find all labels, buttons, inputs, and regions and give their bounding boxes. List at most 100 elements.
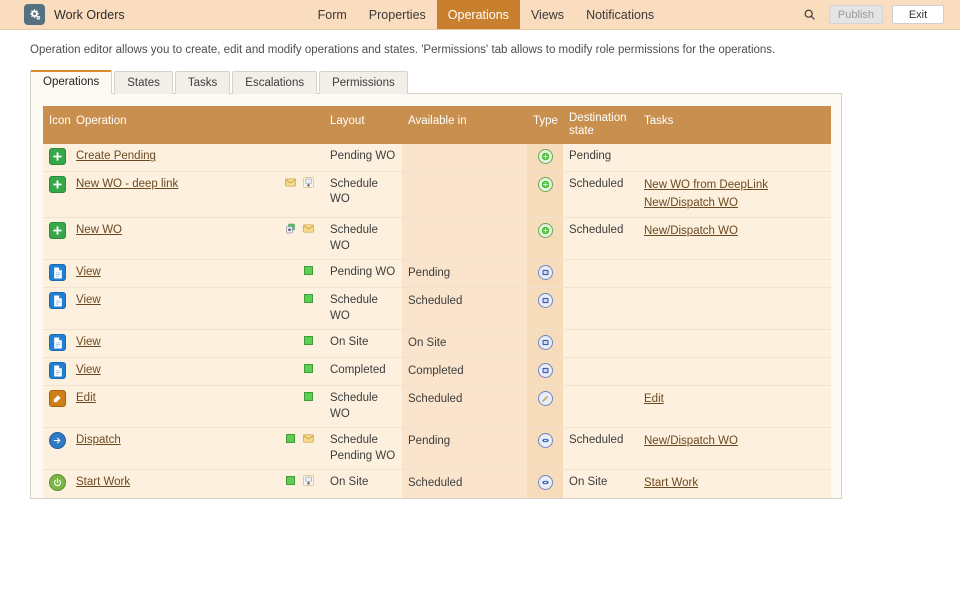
operation-link[interactable]: New WO	[76, 223, 122, 237]
tab-operations[interactable]: Operations	[30, 70, 112, 94]
row-icon-cell	[43, 386, 70, 428]
table-row: DispatchSchedulePending WOPendingSchedul…	[43, 428, 831, 470]
operation-link[interactable]: Dispatch	[76, 433, 121, 447]
tab-escalations[interactable]: Escalations	[232, 71, 317, 94]
available-in-value: Scheduled	[408, 293, 521, 310]
nav-item-views[interactable]: Views	[520, 0, 575, 29]
available-in-cell: Pending	[402, 260, 527, 288]
available-in-cell: Scheduled	[402, 470, 527, 499]
green-square-icon[interactable]	[303, 293, 314, 304]
operation-cell: New WO	[70, 218, 324, 260]
green-square-icon[interactable]	[285, 433, 296, 444]
table-row: ViewOn SiteOn Site	[43, 330, 831, 358]
copy-icon[interactable]	[285, 223, 296, 234]
layout-cell: Schedule WO	[324, 171, 402, 218]
green-square-icon[interactable]	[303, 363, 314, 374]
operation-cell: View	[70, 260, 324, 288]
operation-link[interactable]: View	[76, 265, 101, 279]
task-link[interactable]: Start Work	[644, 475, 825, 493]
view-type-icon	[538, 265, 553, 280]
operation-cell: Edit	[70, 386, 324, 428]
tasks-cell	[638, 144, 831, 171]
available-in-cell: Pending	[402, 428, 527, 470]
layout-value: Pending WO	[330, 265, 396, 281]
task-link[interactable]: New/Dispatch WO	[644, 195, 825, 213]
email-icon[interactable]	[303, 223, 314, 234]
layout-value: Pending WO	[330, 149, 396, 165]
table-row: Start WorkOn SiteScheduledOn SiteStart W…	[43, 470, 831, 499]
table-row: Create Pending Pending WO Pending	[43, 144, 831, 171]
email-icon[interactable]	[285, 177, 296, 188]
gears-icon	[24, 4, 45, 25]
available-in-value: Completed	[408, 363, 521, 380]
page-description: Operation editor allows you to create, e…	[0, 30, 960, 56]
destination-state-cell	[563, 386, 638, 428]
operation-cell: New WO - deep link	[70, 171, 324, 218]
col-header-tasks: Tasks	[638, 106, 831, 144]
document-icon	[49, 334, 66, 351]
operation-link[interactable]: Create Pending	[76, 149, 156, 163]
green-square-icon[interactable]	[303, 391, 314, 402]
available-in-value: Scheduled	[408, 475, 521, 492]
type-cell	[527, 218, 563, 260]
green-square-icon[interactable]	[303, 335, 314, 346]
task-link[interactable]: Edit	[644, 391, 825, 409]
operation-link[interactable]: View	[76, 293, 101, 307]
document-icon	[49, 264, 66, 281]
layout-value: On Site	[330, 475, 396, 491]
green-square-icon[interactable]	[285, 475, 296, 486]
task-link[interactable]: New/Dispatch WO	[644, 433, 825, 451]
row-icon-cell	[43, 470, 70, 499]
table-header-row: Icon Operation Layout Available in Type …	[43, 106, 831, 144]
destination-state-cell: Pending	[563, 144, 638, 171]
email-icon[interactable]	[303, 433, 314, 444]
tasks-cell: Start Work	[638, 470, 831, 499]
destination-state-cell	[563, 330, 638, 358]
green-square-icon[interactable]	[303, 265, 314, 276]
deeplink-icon[interactable]	[303, 475, 314, 486]
task-link[interactable]: New/Dispatch WO	[644, 223, 825, 241]
publish-button[interactable]: Publish	[829, 5, 883, 24]
nav-item-operations[interactable]: Operations	[437, 0, 520, 29]
deeplink-icon[interactable]	[303, 177, 314, 188]
task-link[interactable]: New WO from DeepLink	[644, 177, 825, 195]
operations-table: Icon Operation Layout Available in Type …	[43, 106, 831, 499]
search-icon[interactable]	[800, 5, 820, 25]
operation-cell: View	[70, 358, 324, 386]
col-header-icon: Icon	[43, 106, 70, 144]
top-bar-actions: Publish Exit	[800, 0, 960, 29]
document-icon	[49, 292, 66, 309]
operation-link[interactable]: Start Work	[76, 475, 130, 489]
tab-permissions[interactable]: Permissions	[319, 71, 408, 94]
nav-item-properties[interactable]: Properties	[358, 0, 437, 29]
type-cell	[527, 386, 563, 428]
table-row: Complete WorkRecord WorkOn SiteCompleted…	[43, 499, 831, 500]
layout-value: Schedule WO	[330, 391, 396, 422]
operation-link[interactable]: Edit	[76, 391, 96, 405]
layout-cell: Pending WO	[324, 260, 402, 288]
transition-type-icon	[538, 475, 553, 490]
nav-item-notifications[interactable]: Notifications	[575, 0, 665, 29]
layout-value: Pending WO	[330, 449, 396, 465]
tab-tasks[interactable]: Tasks	[175, 71, 230, 94]
operation-flags	[303, 335, 318, 346]
row-icon-cell	[43, 171, 70, 218]
operation-link[interactable]: View	[76, 335, 101, 349]
row-icon-cell	[43, 144, 70, 171]
operation-cell: Start Work	[70, 470, 324, 499]
nav-item-form[interactable]: Form	[307, 0, 358, 29]
available-in-cell: Completed	[402, 358, 527, 386]
operation-flags	[303, 265, 318, 276]
operation-link[interactable]: View	[76, 363, 101, 377]
exit-button[interactable]: Exit	[892, 5, 944, 24]
start-power-icon	[49, 474, 66, 491]
table-row: EditSchedule WOScheduled Edit	[43, 386, 831, 428]
table-row: New WOSchedule WO ScheduledNew/Dispatch …	[43, 218, 831, 260]
operation-link[interactable]: New WO - deep link	[76, 177, 178, 191]
operation-flags	[285, 475, 318, 486]
destination-state-cell: Scheduled	[563, 171, 638, 218]
layout-value: Schedule WO	[330, 177, 396, 208]
tab-states[interactable]: States	[114, 71, 173, 94]
tasks-cell: New WO from DeepLinkNew/Dispatch WO	[638, 171, 831, 218]
operation-flags	[285, 223, 318, 234]
